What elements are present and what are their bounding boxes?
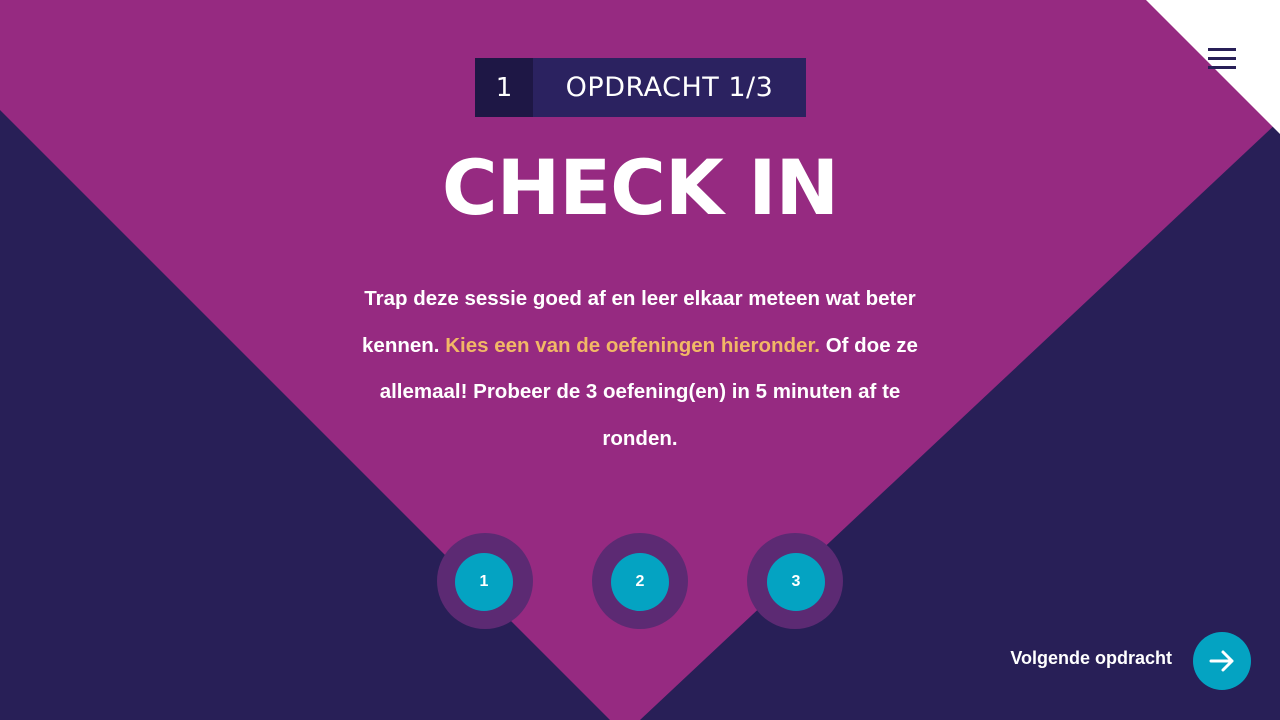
intro-highlight: Kies een van de oefeningen hieronder. [445, 333, 820, 357]
next-assignment-button[interactable]: Volgende opdracht [1000, 628, 1260, 694]
intro-text: Trap deze sessie goed af en leer elkaar … [340, 276, 940, 463]
next-assignment-label: Volgende opdracht [1010, 648, 1172, 668]
page-title: CHECK IN [441, 143, 839, 232]
exercise-1-label: 1 [455, 553, 513, 611]
exercise-2-button[interactable]: 2 [592, 533, 688, 629]
menu-button[interactable] [1200, 40, 1244, 80]
hamburger-menu-icon-bar [1208, 57, 1236, 60]
hamburger-menu-icon [1208, 48, 1236, 51]
assignment-label: OPDRACHT 1/3 [533, 58, 806, 117]
hamburger-menu-icon-bar [1208, 66, 1236, 69]
exercise-2-label: 2 [611, 553, 669, 611]
exercise-3-label: 3 [767, 553, 825, 611]
exercise-3-button[interactable]: 3 [747, 533, 843, 629]
exercise-1-button[interactable]: 1 [437, 533, 533, 629]
assignment-badge: 1 OPDRACHT 1/3 [475, 58, 806, 117]
arrow-right-icon [1209, 650, 1234, 672]
assignment-number: 1 [475, 58, 533, 117]
next-assignment-circle[interactable] [1193, 632, 1251, 690]
